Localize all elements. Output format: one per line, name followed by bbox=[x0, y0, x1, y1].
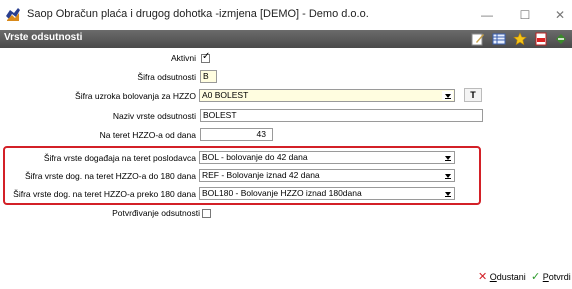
edit-icon[interactable] bbox=[471, 32, 485, 46]
na-teret-input[interactable]: 43 bbox=[200, 128, 273, 141]
exit-icon[interactable] bbox=[554, 32, 568, 46]
app-logo-icon bbox=[6, 8, 20, 21]
sifra-uzroka-select[interactable]: A0 BOLEST bbox=[199, 89, 455, 102]
minimize-button[interactable]: — bbox=[473, 6, 501, 24]
na-teret-label: Na teret HZZO-a od dana bbox=[99, 130, 196, 140]
confirm-label: otvrdi bbox=[548, 272, 571, 282]
potvrdivanje-checkbox[interactable] bbox=[202, 209, 211, 218]
sifra-odsutnosti-input[interactable]: B bbox=[200, 70, 217, 83]
maximize-button[interactable]: ☐ bbox=[511, 6, 539, 24]
sifra-uzroka-value: A0 BOLEST bbox=[202, 90, 249, 100]
dogadaj-poslodavac-select[interactable]: BOL - bolovanje do 42 dana bbox=[199, 151, 455, 164]
sifra-odsutnosti-label: Šifra odsutnosti bbox=[137, 72, 196, 82]
close-button[interactable]: ✕ bbox=[546, 6, 572, 24]
aktivni-checkbox[interactable]: ✓ bbox=[201, 51, 211, 63]
cancel-label: dustani bbox=[496, 272, 526, 282]
confirm-button[interactable]: ✓ Potvrdi bbox=[531, 270, 571, 283]
dog-hzzo-do-180-value: REF - Bolovanje iznad 42 dana bbox=[202, 170, 320, 180]
dogadaj-poslodavac-value: BOL - bolovanje do 42 dana bbox=[202, 152, 308, 162]
pdf-icon[interactable] bbox=[534, 32, 548, 46]
x-icon: ✕ bbox=[478, 271, 488, 283]
form-header: Vrste odsutnosti bbox=[0, 30, 572, 48]
window-title: Saop Obračun plaća i drugog dohotka -izm… bbox=[27, 8, 369, 20]
aktivni-label: Aktivni bbox=[170, 53, 196, 63]
dog-hzzo-preko-180-value: BOL180 - Bolovanje HZZO iznad 180dana bbox=[202, 188, 362, 198]
naziv-label: Naziv vrste odsutnosti bbox=[112, 111, 196, 121]
checkmark-icon: ✓ bbox=[202, 51, 211, 62]
dogadaj-poslodavac-label: Šifra vrste događaja na teret poslodavca bbox=[43, 153, 196, 163]
sifra-uzroka-lookup-button[interactable]: T bbox=[464, 88, 482, 102]
dog-hzzo-preko-180-select[interactable]: BOL180 - Bolovanje HZZO iznad 180dana bbox=[199, 187, 455, 200]
window-titlebar: Saop Obračun plaća i drugog dohotka -izm… bbox=[0, 0, 572, 30]
form-title: Vrste odsutnosti bbox=[4, 32, 83, 43]
chevron-down-icon[interactable] bbox=[442, 91, 453, 100]
chevron-down-icon[interactable] bbox=[442, 189, 453, 198]
dog-hzzo-do-180-select[interactable]: REF - Bolovanje iznad 42 dana bbox=[199, 169, 455, 182]
chevron-down-icon[interactable] bbox=[442, 153, 453, 162]
grid-icon[interactable] bbox=[492, 32, 506, 46]
star-icon[interactable] bbox=[513, 32, 527, 46]
sifra-uzroka-label: Šifra uzroka bolovanja za HZZO bbox=[75, 91, 196, 101]
chevron-down-icon[interactable] bbox=[442, 171, 453, 180]
cancel-accelerator: O bbox=[489, 272, 497, 282]
naziv-input[interactable]: BOLEST bbox=[200, 109, 483, 122]
dog-hzzo-do-180-label: Šifra vrste dog. na teret HZZO-a do 180 … bbox=[24, 171, 196, 181]
check-icon: ✓ bbox=[531, 271, 541, 283]
dog-hzzo-preko-180-label: Šifra vrste dog. na teret HZZO-a preko 1… bbox=[13, 189, 196, 199]
cancel-button[interactable]: ✕ Odustani bbox=[478, 270, 526, 283]
potvrdivanje-label: Potvrđivanje odsutnosti bbox=[112, 208, 200, 218]
